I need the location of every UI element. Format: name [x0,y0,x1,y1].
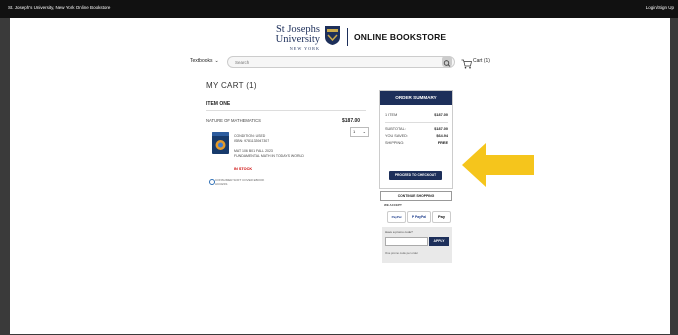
logo-divider [347,28,348,46]
continue-shopping-button[interactable]: CONTINUE SHOPPING [380,191,452,201]
summary-items-row: 1 ITEM $187.00 [385,113,448,117]
items-value: $187.00 [434,113,448,117]
shipping-value: FREE [437,141,448,145]
search-button[interactable] [442,56,452,67]
item-title[interactable]: NATURE OF MATHEMATICS [206,118,261,123]
search-input[interactable] [235,58,435,66]
shipping-row: SHIPPING: FREE [385,141,448,145]
apple-pay-text: Pay [437,214,446,219]
paypal-credit-text: P PayPal [411,215,427,219]
paypal-credit-badge: P PayPal [407,211,431,223]
promo-note: One promo code per order [385,251,418,255]
crest-icon [325,26,340,45]
page-title: MY CART (1) [206,81,257,90]
apply-button[interactable]: APPLY [429,237,449,246]
promo-code-panel: Have a promo code? APPLY One promo code … [382,227,452,263]
chevron-down-icon: ⌄ [214,58,219,64]
savings-row: YOU SAVED: $64.94 [385,134,448,138]
apple-pay-badge: Pay [432,211,451,223]
divider [385,122,448,123]
proceed-to-checkout-button[interactable]: PROCEED TO CHECKOUT [389,171,442,180]
summary-title: ORDER SUMMARY [380,91,452,105]
university-line-3: NEW YORK [289,46,320,51]
subtotal-value: $187.00 [434,127,448,131]
page: St Josephs University NEW YORK ONLINE BO… [10,18,670,334]
promo-label: Have a promo code? [385,230,413,234]
quantity-select[interactable]: 1 ⌄ [350,127,369,137]
item-heading: ITEM ONE [206,101,231,107]
chevron-down-icon: ⌄ [362,129,366,134]
promo-code-input[interactable] [385,237,428,246]
subtotal-label: SUBTOTAL: [385,127,406,131]
paypal-text: PayPal [391,215,402,219]
site-name: St. Joseph's University, New York Online… [8,5,111,10]
login-link[interactable]: Login/Sign Up [646,5,674,10]
cart-label: Cart (1) [473,58,490,64]
category-label: Textbooks [190,58,213,64]
consent-label: CONSUMER SOFT COVER EBOOK ACCESS [215,178,265,186]
subtotal-row: SUBTOTAL: $187.00 [385,127,448,131]
item-price: $187.00 [342,118,361,124]
category-select[interactable]: Textbooks ⌄ [190,58,219,64]
top-bar: St. Joseph's University, New York Online… [0,0,678,18]
we-accept-label: WE ACCEPT [384,203,402,207]
order-summary: ORDER SUMMARY 1 ITEM $187.00 SUBTOTAL: $… [379,90,453,189]
cart-link[interactable]: Cart (1) [461,56,490,69]
divider [206,110,366,111]
arrow-pointer-icon [462,143,534,187]
search-icon [443,60,451,67]
shipping-label: SHIPPING: [385,141,405,145]
item-condition: CONDITION: USED [234,134,266,138]
item-course-desc: FUNDAMENTAL MATH IN TODAYS WORLD [234,154,304,158]
item-isbn: ISBN: 9781133947307 [234,139,270,143]
search-box[interactable] [227,56,455,68]
saved-label: YOU SAVED: [385,134,408,138]
university-line-2: University [275,34,320,45]
item-course: MAT 106 B01 FALL 2023 [234,149,273,153]
book-cover-image[interactable] [212,132,229,154]
quantity-value: 1 [353,129,356,134]
saved-value: $64.94 [436,134,448,138]
stock-status: IN STOCK [234,167,253,171]
items-label: 1 ITEM [385,113,398,117]
store-name: ONLINE BOOKSTORE [354,32,447,42]
paypal-badge: PayPal [387,211,406,223]
cart-icon [461,59,472,69]
